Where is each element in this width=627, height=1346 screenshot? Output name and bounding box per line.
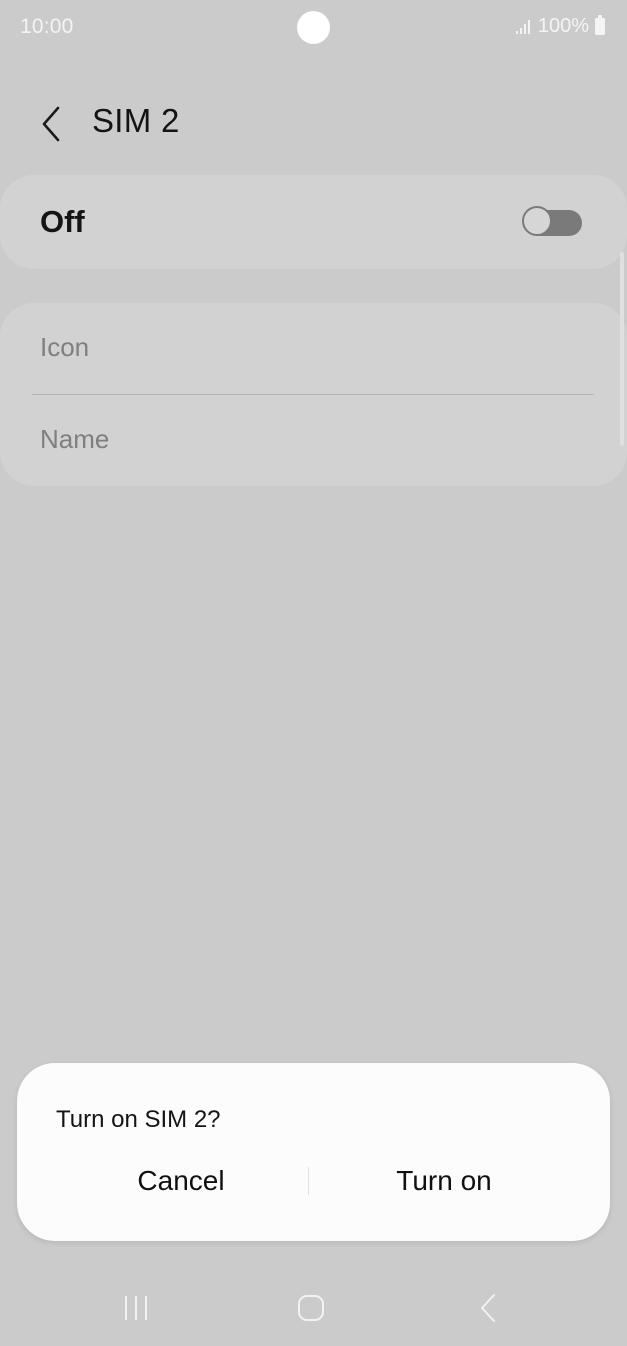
home-button[interactable]	[271, 1280, 351, 1336]
cancel-button[interactable]: Cancel	[47, 1155, 315, 1207]
back-button[interactable]	[26, 96, 76, 152]
scrollbar[interactable]	[620, 252, 624, 446]
signal-icon	[515, 19, 530, 34]
dialog-button-divider	[308, 1167, 309, 1195]
recent-apps-icon	[125, 1296, 147, 1320]
status-indicators: 100%	[515, 15, 605, 38]
navigation-bar	[0, 1270, 627, 1346]
nav-back-button[interactable]	[448, 1280, 528, 1336]
camera-cutout	[297, 11, 330, 44]
dialog-title: Turn on SIM 2?	[56, 1106, 221, 1133]
settings-item-icon[interactable]: Icon	[0, 303, 627, 394]
dialog-actions: Cancel Turn on	[17, 1155, 610, 1207]
sim-switch[interactable]	[522, 206, 582, 238]
sim-toggle-label: Off	[40, 204, 85, 239]
settings-item-label: Icon	[40, 332, 90, 362]
battery-percentage: 100%	[537, 15, 589, 37]
status-time: 10:00	[20, 15, 74, 38]
status-bar: 10:00 100%	[0, 0, 627, 56]
turn-on-button[interactable]: Turn on	[310, 1155, 578, 1207]
sim-settings-card: Icon Name	[0, 303, 627, 486]
battery-icon	[595, 15, 605, 35]
home-icon	[298, 1295, 324, 1321]
settings-item-name[interactable]: Name	[0, 395, 627, 486]
chevron-left-icon	[42, 106, 60, 142]
recent-apps-button[interactable]	[96, 1280, 176, 1336]
settings-item-label: Name	[40, 424, 110, 454]
screen: 10:00 100% SIM 2 Off Icon Name Turn on S…	[0, 0, 627, 1346]
back-icon	[481, 1294, 495, 1322]
header: SIM 2	[0, 88, 627, 160]
turn-on-sim-dialog: Turn on SIM 2? Cancel Turn on	[17, 1063, 610, 1241]
page-title: SIM 2	[92, 102, 180, 139]
switch-thumb	[522, 206, 552, 236]
